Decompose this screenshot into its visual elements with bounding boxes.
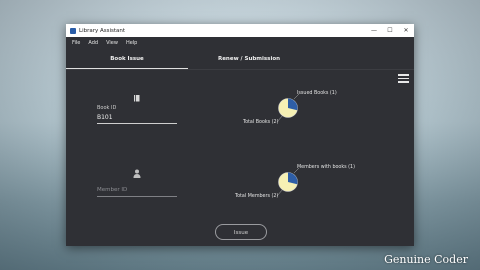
total-books-label: Total Books (2) xyxy=(243,120,279,125)
tab-book-issue[interactable]: Book Issue xyxy=(66,49,188,69)
user-icon xyxy=(133,169,141,178)
member-id-input[interactable]: Member ID xyxy=(97,187,127,193)
menu-bar: File Add View Help xyxy=(66,37,414,49)
tab-renew-submission[interactable]: Renew / Submission xyxy=(188,49,310,69)
issue-button[interactable]: Issue xyxy=(215,224,267,240)
tab-divider xyxy=(66,69,414,70)
book-id-label: Book ID xyxy=(97,105,117,111)
book-id-input[interactable]: B101 xyxy=(97,114,113,121)
book-icon xyxy=(134,95,140,102)
menu-help[interactable]: Help xyxy=(126,40,137,46)
menu-view[interactable]: View xyxy=(106,40,118,46)
app-icon xyxy=(70,27,76,34)
window-title: Library Assistant xyxy=(79,27,126,34)
member-id-underline xyxy=(97,196,177,197)
tab-bar: Book Issue Renew / Submission xyxy=(66,49,414,70)
book-id-underline xyxy=(97,123,177,124)
total-members-label: Total Members (2) xyxy=(235,194,279,199)
menu-add[interactable]: Add xyxy=(88,40,98,46)
menu-file[interactable]: File xyxy=(72,40,80,46)
title-bar: Library Assistant — ☐ ✕ xyxy=(66,24,414,37)
close-button[interactable]: ✕ xyxy=(398,24,414,37)
members-with-books-label: Members with books (1) xyxy=(297,165,355,170)
book-pie-chart xyxy=(276,93,300,123)
watermark-text: Genuine Coder xyxy=(384,253,468,266)
minimize-button[interactable]: — xyxy=(366,24,382,37)
issued-books-label: Issued Books (1) xyxy=(297,91,337,96)
maximize-button[interactable]: ☐ xyxy=(382,24,398,37)
member-pie-chart xyxy=(276,167,300,197)
hamburger-menu-icon[interactable] xyxy=(398,74,409,83)
app-window: Library Assistant — ☐ ✕ File Add View He… xyxy=(66,24,414,246)
